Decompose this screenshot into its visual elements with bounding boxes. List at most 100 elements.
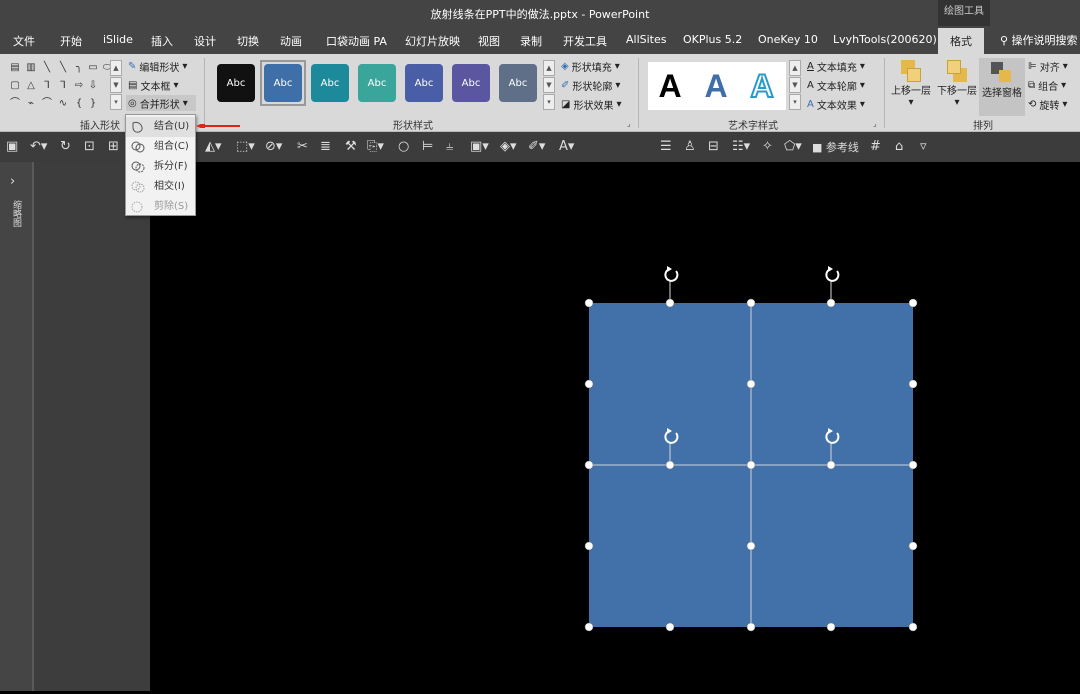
expand-pane-icon[interactable]: › xyxy=(10,174,15,189)
arc-shape-icon[interactable]: ⌒ xyxy=(40,98,54,110)
shape-fill-button[interactable]: ◈ 形状填充 ▾ xyxy=(561,58,620,74)
shape-style-swatch[interactable]: Abc xyxy=(358,64,396,102)
merge-shapes-button[interactable]: ◎ 合并形状 ▾ xyxy=(126,95,196,111)
slideshow-icon[interactable]: ⊡ xyxy=(84,139,95,155)
text-fill-button[interactable]: A 文本填充 ▾ xyxy=(807,58,865,74)
layer-icon[interactable]: ≣ xyxy=(320,139,331,155)
shape-styles-scroll[interactable]: ▲ ▼ ▾ xyxy=(543,60,555,110)
tab-design[interactable]: 设计 xyxy=(194,33,216,49)
tab-islide[interactable]: iSlide xyxy=(103,33,133,46)
shape-style-swatch[interactable]: Abc xyxy=(311,64,349,102)
connector-shape-icon[interactable]: ⅂ xyxy=(40,80,54,92)
wordart-style-sample[interactable]: A xyxy=(742,66,782,106)
dialog-launcher-icon[interactable]: ⌟ xyxy=(873,119,877,128)
fill-color-icon[interactable]: ◈▾ xyxy=(500,139,517,155)
tab-pocket-animation[interactable]: 口袋动画 PA xyxy=(326,33,387,49)
connector-shape-icon[interactable]: ⅂ xyxy=(56,80,70,92)
brush-icon[interactable]: ⚒ xyxy=(345,139,357,155)
shapes-gallery[interactable]: ▤ ▥ ╲ ╲ ╮ ▭ ⬭ ▢ △ ⅂ ⅂ ⇨ ⇩ ⌒ ⌁ ⌒ ∿ { } xyxy=(6,60,111,110)
text-effects-button[interactable]: A 文本效果 ▾ xyxy=(807,96,865,112)
shape-style-swatch[interactable]: Abc xyxy=(499,64,537,102)
tab-allsites[interactable]: AllSites xyxy=(626,33,667,46)
chart-icon[interactable]: ⫨ xyxy=(446,139,453,155)
text-box-button[interactable]: ▤ 文本框 ▾ xyxy=(128,77,178,93)
tag-icon[interactable]: ⬠▾ xyxy=(784,139,802,155)
elbow-connector-icon[interactable]: ╮ xyxy=(72,62,86,74)
merge-subtract-item[interactable]: 剪除(S) xyxy=(126,197,195,217)
line-shape-icon[interactable]: ╲ xyxy=(40,62,54,74)
tab-insert[interactable]: 插入 xyxy=(151,33,173,49)
paste-icon[interactable]: ⎘▾ xyxy=(367,139,384,155)
tab-view[interactable]: 视图 xyxy=(478,33,500,49)
shape-effects-button[interactable]: ◪ 形状效果 ▾ xyxy=(561,96,621,112)
curve-shape-icon[interactable]: ⌒ xyxy=(8,98,22,110)
selection-icon[interactable]: ⊞ xyxy=(108,139,119,155)
tab-developer[interactable]: 开发工具 xyxy=(563,33,607,49)
arrow-right-shape-icon[interactable]: ⇨ xyxy=(72,80,86,92)
tab-format[interactable]: 格式 xyxy=(938,28,984,54)
merge-intersect-item[interactable]: 相交(I) xyxy=(126,177,195,197)
line-color-icon[interactable]: ✐▾ xyxy=(528,139,545,155)
tab-file[interactable]: 文件 xyxy=(13,33,35,49)
merge-tool-icon[interactable]: ⊘▾ xyxy=(265,139,282,155)
tell-me-search[interactable]: ⚲ 操作说明搜索 xyxy=(1000,32,1078,48)
rotate-button[interactable]: ⟲ 旋转 ▾ xyxy=(1028,96,1067,112)
wordart-style-sample[interactable]: A xyxy=(650,66,690,106)
line-shape-icon[interactable]: ╲ xyxy=(56,62,70,74)
edit-points-icon[interactable]: ⬚▾ xyxy=(236,139,255,155)
send-backward-button[interactable]: 下移一层 ▾ xyxy=(936,58,978,114)
tab-lvyhtools[interactable]: LvyhTools(200620) xyxy=(833,33,937,46)
star-icon[interactable]: ✧ xyxy=(762,139,773,155)
shape-style-swatch[interactable]: Abc xyxy=(217,64,255,102)
shape-style-swatch[interactable]: Abc xyxy=(405,64,443,102)
triangle-shape-icon[interactable]: △ xyxy=(24,80,38,92)
rounded-rect-shape-icon[interactable]: ▢ xyxy=(8,80,22,92)
brace-shape-icon[interactable]: { xyxy=(72,98,86,110)
align-left-icon[interactable]: ⊨ xyxy=(422,139,433,155)
tab-onekey[interactable]: OneKey 10 xyxy=(758,33,818,46)
customize-qat-icon[interactable]: ▿ xyxy=(920,139,927,155)
text-outline-button[interactable]: A 文本轮廓 ▾ xyxy=(807,77,865,93)
wordart-scroll[interactable]: ▲ ▼ ▾ xyxy=(789,60,801,110)
circle-icon[interactable]: ○ xyxy=(398,139,409,155)
image-icon[interactable]: ▣▾ xyxy=(470,139,489,155)
grid-icon[interactable]: # xyxy=(870,139,881,155)
selection-pane-button[interactable]: 选择窗格 xyxy=(979,58,1025,116)
brace-shape-icon[interactable]: } xyxy=(86,98,100,110)
undo-icon[interactable]: ↶▾ xyxy=(30,139,47,155)
tab-home[interactable]: 开始 xyxy=(60,33,82,49)
tab-animations[interactable]: 动画 xyxy=(280,33,302,49)
thumbnail-label[interactable]: 缩略图 xyxy=(10,200,23,227)
tab-okplus[interactable]: OKPlus 5.2 xyxy=(683,33,742,46)
rectangle-shape-icon[interactable]: ▭ xyxy=(86,62,100,74)
shape-tool-icon[interactable]: ◭▾ xyxy=(205,139,222,155)
merge-combine-item[interactable]: 组合(C) xyxy=(126,137,195,157)
selected-shapes[interactable] xyxy=(150,162,1080,691)
guides-checkbox[interactable]: ■ 参考线 xyxy=(812,140,859,156)
textbox-shape-icon[interactable]: ▤ xyxy=(8,62,22,74)
person-icon[interactable]: ♙ xyxy=(684,139,696,155)
distribute-icon[interactable]: ☰ xyxy=(660,139,672,155)
slide-canvas[interactable] xyxy=(150,162,1080,691)
edit-shape-button[interactable]: ✎ 编辑形状 ▾ xyxy=(128,58,187,74)
shape-outline-icon[interactable]: ⌂ xyxy=(895,139,903,155)
merge-fragment-item[interactable]: 拆分(F) xyxy=(126,157,195,177)
shape-style-swatch[interactable]: Abc xyxy=(264,64,302,102)
merge-union-item[interactable]: 结合(U) xyxy=(126,117,195,137)
shape-style-swatch[interactable]: Abc xyxy=(452,64,490,102)
bullets-icon[interactable]: ☷▾ xyxy=(732,139,750,155)
align-center-icon[interactable]: ⊟ xyxy=(708,139,719,155)
freeform-shape-icon[interactable]: ⌁ xyxy=(24,98,38,110)
bring-forward-button[interactable]: 上移一层 ▾ xyxy=(890,58,932,114)
wordart-style-sample[interactable]: A xyxy=(696,66,736,106)
align-button[interactable]: ⊫ 对齐 ▾ xyxy=(1028,58,1068,74)
shape-outline-button[interactable]: ✐ 形状轮廓 ▾ xyxy=(561,77,620,93)
curve-shape-icon[interactable]: ∿ xyxy=(56,98,70,110)
tab-record[interactable]: 录制 xyxy=(520,33,542,49)
dialog-launcher-icon[interactable]: ⌟ xyxy=(627,119,631,128)
shapes-gallery-scroll[interactable]: ▲ ▼ ▾ xyxy=(110,60,122,110)
tab-transitions[interactable]: 切换 xyxy=(237,33,259,49)
arrow-down-shape-icon[interactable]: ⇩ xyxy=(86,80,100,92)
font-color-icon[interactable]: A▾ xyxy=(559,139,574,155)
tab-slideshow[interactable]: 幻灯片放映 xyxy=(405,33,460,49)
